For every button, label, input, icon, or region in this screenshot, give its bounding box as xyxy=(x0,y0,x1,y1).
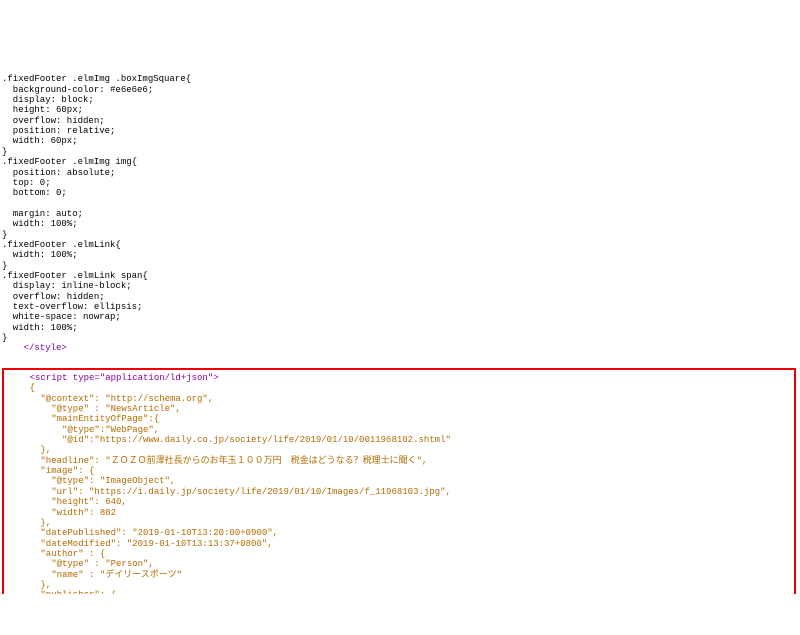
json-line: }, xyxy=(8,445,51,455)
json-line: "@type": "ImageObject", xyxy=(8,476,175,486)
json-line: "author" : { xyxy=(8,549,105,559)
json-line: "@type" : "Person", xyxy=(8,559,154,569)
style-close-tag: </style> xyxy=(2,343,67,353)
css-prop: display: inline-block; xyxy=(2,281,132,291)
json-line: "dateModified": "2019-01-10T13:13:37+080… xyxy=(8,539,273,549)
json-line: "datePublished": "2019-01-10T13:20:00+09… xyxy=(8,528,278,538)
css-prop: position: absolute; xyxy=(2,168,115,178)
css-prop: height: 60px; xyxy=(2,105,83,115)
css-prop: text-overflow: ellipsis; xyxy=(2,302,142,312)
css-rule-end: } xyxy=(2,261,7,271)
jsonld-source: <script type="application/ld+json"> { "@… xyxy=(6,371,792,594)
script-open-tag: <script type="application/ld+json"> xyxy=(8,373,219,383)
json-line: "image": { xyxy=(8,466,94,476)
css-prop: width: 60px; xyxy=(2,136,78,146)
css-rule: .fixedFooter .elmLink span{ xyxy=(2,271,148,281)
css-prop: top: 0; xyxy=(2,178,51,188)
json-line: "@context": "http://schema.org", xyxy=(8,394,213,404)
json-line: "height": 640, xyxy=(8,497,127,507)
css-prop: display: block; xyxy=(2,95,94,105)
css-prop: background-color: #e6e6e6; xyxy=(2,85,153,95)
css-prop: bottom: 0; xyxy=(2,188,67,198)
json-line: "url": "https://i.daily.jp/society/life/… xyxy=(8,487,451,497)
css-prop: margin: auto; xyxy=(2,209,83,219)
json-line: "mainEntityOfPage":{ xyxy=(8,414,159,424)
json-line: "@type" : "NewsArticle", xyxy=(8,404,181,414)
css-prop: width: 100%; xyxy=(2,219,78,229)
css-prop: white-space: nowrap; xyxy=(2,312,121,322)
json-line: "name" : "デイリースポーツ" xyxy=(8,570,182,580)
css-prop: overflow: hidden; xyxy=(2,292,105,302)
css-prop: width: 100%; xyxy=(2,323,78,333)
css-rule-end: } xyxy=(2,230,7,240)
css-source-block: .fixedFooter .elmImg .boxImgSquare{ back… xyxy=(0,62,800,356)
json-line: "headline": "ＺＯＺＯ前澤社長からのお年玉１００万円 税金はどうなる… xyxy=(8,456,427,466)
css-rule-end: } xyxy=(2,333,7,343)
json-line: "width": 882 xyxy=(8,508,116,518)
highlighted-jsonld-block: <script type="application/ld+json"> { "@… xyxy=(2,368,796,594)
json-line: "@type":"WebPage", xyxy=(8,425,159,435)
css-prop: width: 100%; xyxy=(2,250,78,260)
css-rule: .fixedFooter .elmLink{ xyxy=(2,240,121,250)
css-prop: position: relative; xyxy=(2,126,115,136)
json-line: "publisher": { xyxy=(8,590,116,593)
json-line: }, xyxy=(8,518,51,528)
json-line: { xyxy=(8,383,35,393)
json-line: }, xyxy=(8,580,51,590)
css-rule-end: } xyxy=(2,147,7,157)
json-line: "@id":"https://www.daily.co.jp/society/l… xyxy=(8,435,451,445)
css-prop: overflow: hidden; xyxy=(2,116,105,126)
css-rule: .fixedFooter .elmImg .boxImgSquare{ xyxy=(2,74,191,84)
css-rule: .fixedFooter .elmImg img{ xyxy=(2,157,137,167)
